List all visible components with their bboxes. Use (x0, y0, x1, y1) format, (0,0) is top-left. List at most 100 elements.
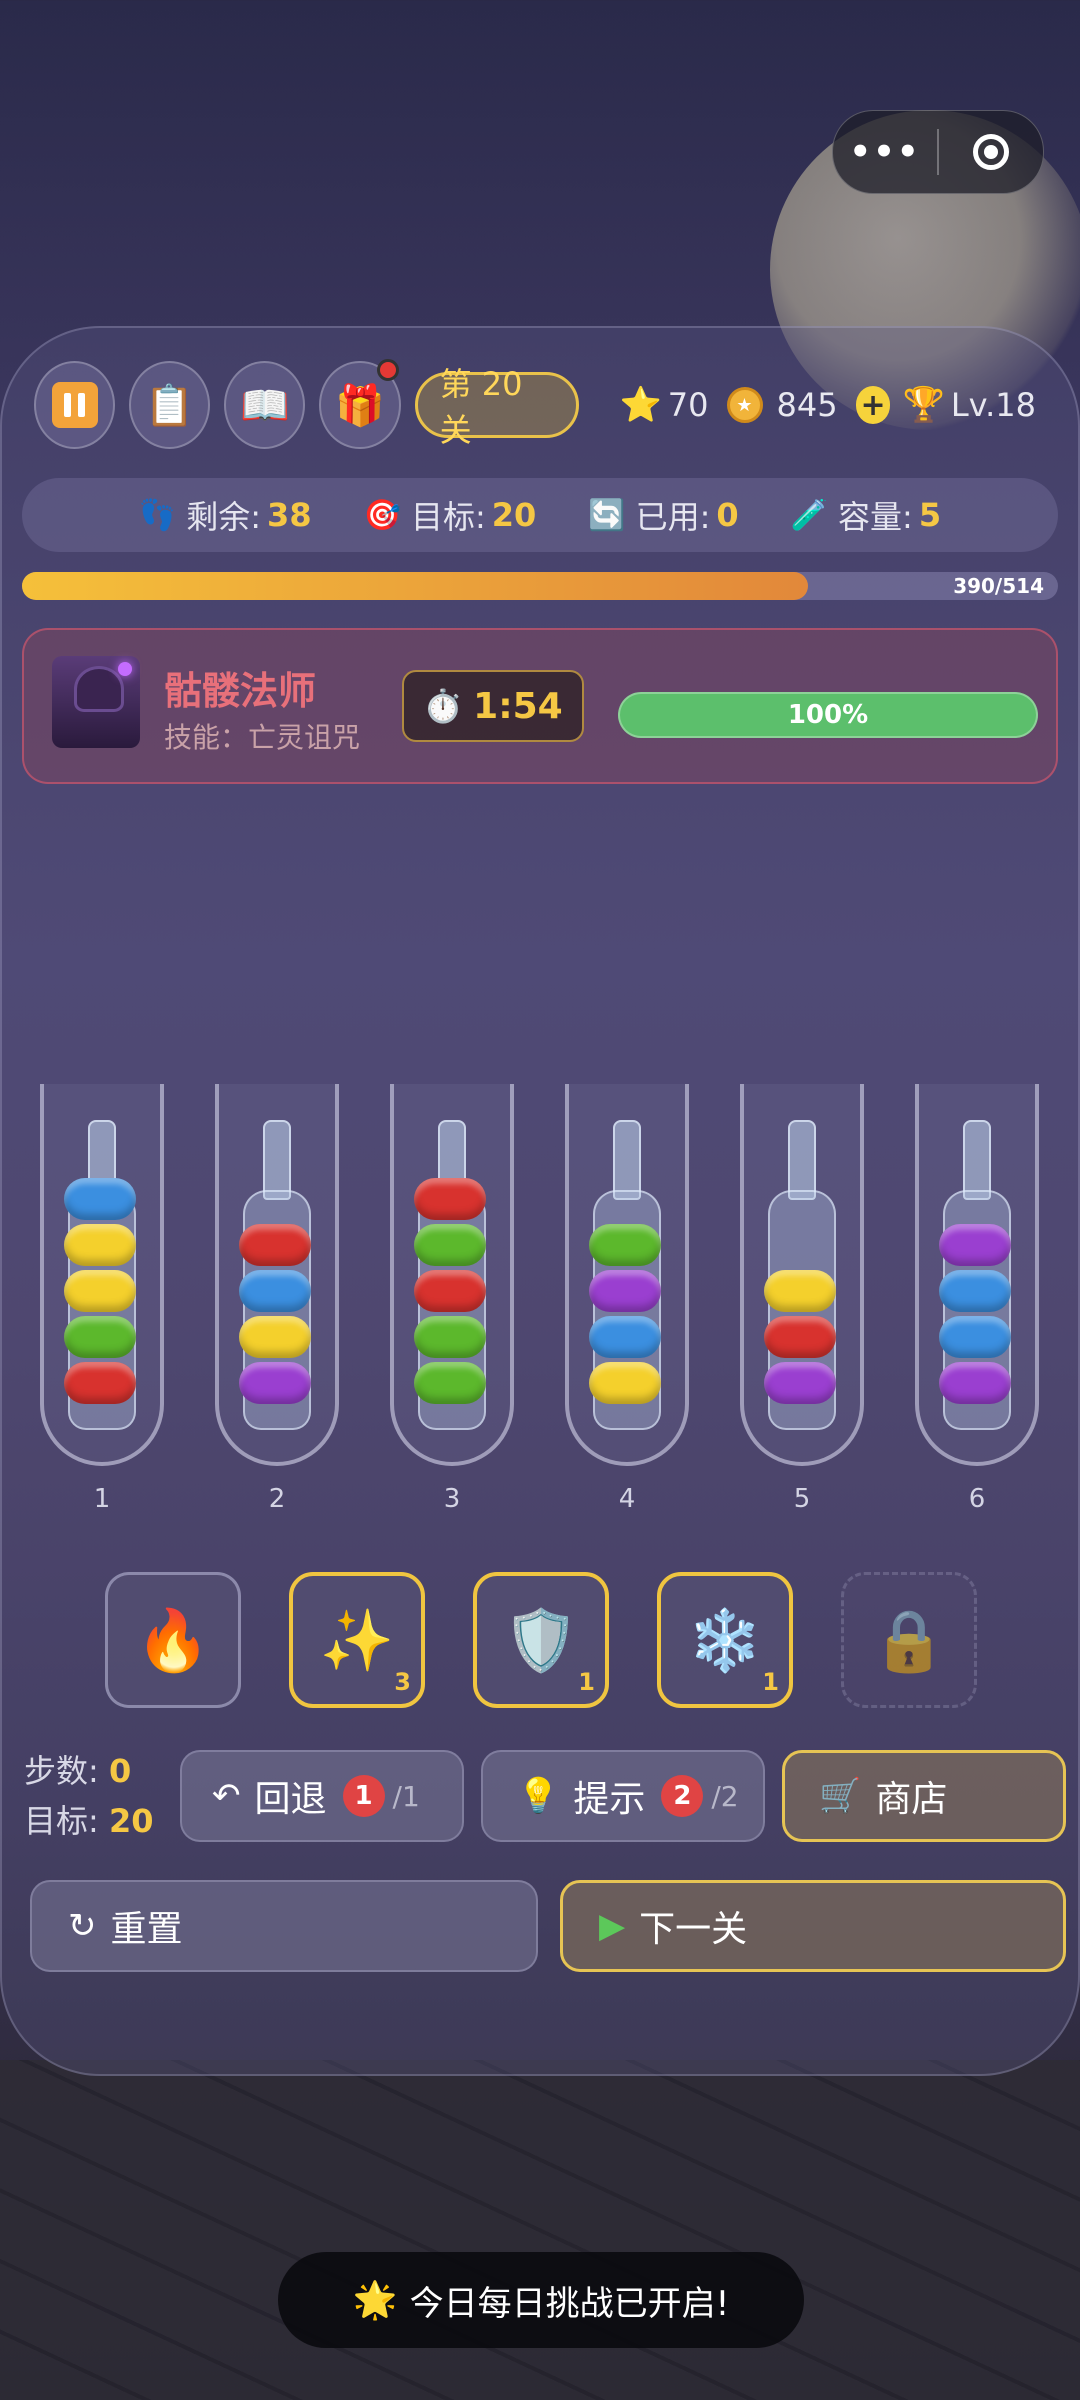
powerups-bar: 🔥 ✨ 3 🛡️ 1 ❄️ 1 🔒 (0, 1572, 1080, 1708)
close-miniprogram-button[interactable] (939, 134, 1043, 170)
fire-powerup[interactable]: 🔥 (105, 1572, 241, 1708)
snowflake-icon: ❄️ (687, 1605, 763, 1676)
star-icon: ⭐ (619, 385, 662, 425)
clipboard-icon: 📋 (144, 382, 195, 429)
ground-background (0, 2060, 1080, 2400)
ball-green (64, 1316, 136, 1358)
daily-challenge-toast: 🌟 今日每日挑战已开启! (278, 2252, 804, 2348)
next-level-button[interactable]: ▶ 下一关 (560, 1880, 1066, 1972)
ball-red (64, 1362, 136, 1404)
ball-yellow (64, 1270, 136, 1312)
steps-target-value: 20 (108, 1802, 154, 1840)
hint-count-badge: 2 (661, 1775, 704, 1817)
toast-text: 今日每日挑战已开启! (409, 2283, 730, 2324)
shield-icon: 🛡️ (503, 1605, 579, 1676)
tube-2[interactable] (215, 1084, 339, 1466)
miniprogram-capsule: ••• (832, 110, 1044, 194)
ball-red (764, 1316, 836, 1358)
powerup-count: 1 (578, 1668, 595, 1696)
step-counter: 步数: 0 目标: 20 (24, 1746, 154, 1846)
tasks-button[interactable]: 📋 (129, 361, 211, 449)
locked-powerup: 🔒 (841, 1572, 977, 1708)
steps-target-label: 目标: (24, 1802, 99, 1840)
reset-label: 重置 (110, 1909, 183, 1950)
undo-icon: ↶ (212, 1776, 241, 1816)
target-icon: 🎯 (363, 497, 401, 533)
rank-display: 🏆 Lv.18 (902, 385, 1036, 425)
used-moves: 🔄 已用: 0 (588, 492, 738, 538)
ball-purple (239, 1362, 311, 1404)
ball-yellow (239, 1316, 311, 1358)
hint-label: 提示 (573, 1779, 646, 1820)
hint-button[interactable]: 💡 提示 2 /2 (481, 1750, 765, 1842)
sparkle-powerup[interactable]: ✨ 3 (289, 1572, 425, 1708)
timer-value: 1:54 (473, 685, 563, 727)
stopwatch-icon: ⏱️ (423, 687, 464, 725)
tube-capacity: 🧪 容量: 5 (791, 492, 941, 538)
bottle-neck (963, 1120, 991, 1200)
tube-6[interactable] (915, 1084, 1039, 1466)
tube-5[interactable] (740, 1084, 864, 1466)
info-bar: 👣 剩余: 38 🎯 目标: 20 🔄 已用: 0 🧪 容量: 5 (22, 478, 1058, 552)
ball-blue (64, 1178, 136, 1220)
tubes-area: 1 2 3 4 5 6 (0, 1084, 1080, 1524)
star-icon: 🌟 (352, 2280, 398, 2321)
tube-3[interactable] (390, 1084, 514, 1466)
freeze-powerup[interactable]: ❄️ 1 (657, 1572, 793, 1708)
target-label: 目标: (410, 498, 486, 536)
undo-button[interactable]: ↶ 回退 1 /1 (180, 1750, 464, 1842)
shield-powerup[interactable]: 🛡️ 1 (473, 1572, 609, 1708)
target-moves: 🎯 目标: 20 (364, 492, 537, 538)
undo-count-badge: 1 (342, 1775, 385, 1817)
cart-icon: 🛒 (819, 1776, 862, 1816)
tube-1[interactable] (40, 1084, 164, 1466)
remaining-value: 38 (267, 496, 312, 534)
more-menu-button[interactable]: ••• (833, 132, 937, 172)
tube-label: 2 (268, 1484, 286, 1514)
add-coins-button[interactable]: + (855, 386, 891, 424)
book-icon: 📖 (239, 382, 290, 429)
tube-4[interactable] (565, 1084, 689, 1466)
play-icon: ▶ (599, 1906, 626, 1946)
ball-blue (589, 1316, 661, 1358)
coin-icon: ★ (726, 387, 763, 423)
target-value: 20 (491, 496, 537, 534)
reset-button[interactable]: ↻ 重置 (30, 1880, 538, 1972)
rank-value: Lv.18 (950, 386, 1036, 424)
ball-purple (939, 1224, 1011, 1266)
gift-button[interactable]: 🎁 (319, 359, 401, 449)
notification-dot (376, 359, 399, 381)
bottle-neck (788, 1120, 816, 1200)
undo-max: /1 (392, 1779, 420, 1813)
undo-label: 回退 (254, 1779, 327, 1820)
test-tube-icon: 🧪 (790, 497, 829, 533)
coins-value: 845 (776, 386, 838, 424)
capacity-label: 容量: (838, 498, 913, 536)
fire-icon: 🔥 (135, 1605, 211, 1676)
ball-yellow (589, 1362, 661, 1404)
powerup-count: 3 (394, 1668, 411, 1696)
ball-green (414, 1316, 486, 1358)
steps-label: 步数: (24, 1752, 99, 1790)
hint-max: /2 (711, 1779, 739, 1813)
progress-label: 390/514 (953, 574, 1044, 598)
ball-green (589, 1224, 661, 1266)
ball-red (239, 1224, 311, 1266)
used-label: 已用: (635, 498, 711, 536)
ball-green (414, 1362, 486, 1404)
sparkles-icon: ✨ (319, 1605, 395, 1676)
ball-yellow (64, 1224, 136, 1266)
reset-icon: ↻ (68, 1906, 97, 1946)
tube-label: 5 (793, 1484, 811, 1514)
stars-value: 70 (667, 386, 709, 424)
ball-yellow (764, 1270, 836, 1312)
ball-red (414, 1270, 486, 1312)
pause-button[interactable] (34, 361, 116, 449)
shop-button[interactable]: 🛒 商店 (782, 1750, 1066, 1842)
boss-name: 骷髅法师 (164, 669, 317, 713)
guide-button[interactable]: 📖 (224, 361, 306, 449)
powerup-count: 1 (762, 1668, 779, 1696)
bottle-neck (613, 1120, 641, 1200)
pause-icon (51, 382, 98, 428)
ball-blue (939, 1270, 1011, 1312)
